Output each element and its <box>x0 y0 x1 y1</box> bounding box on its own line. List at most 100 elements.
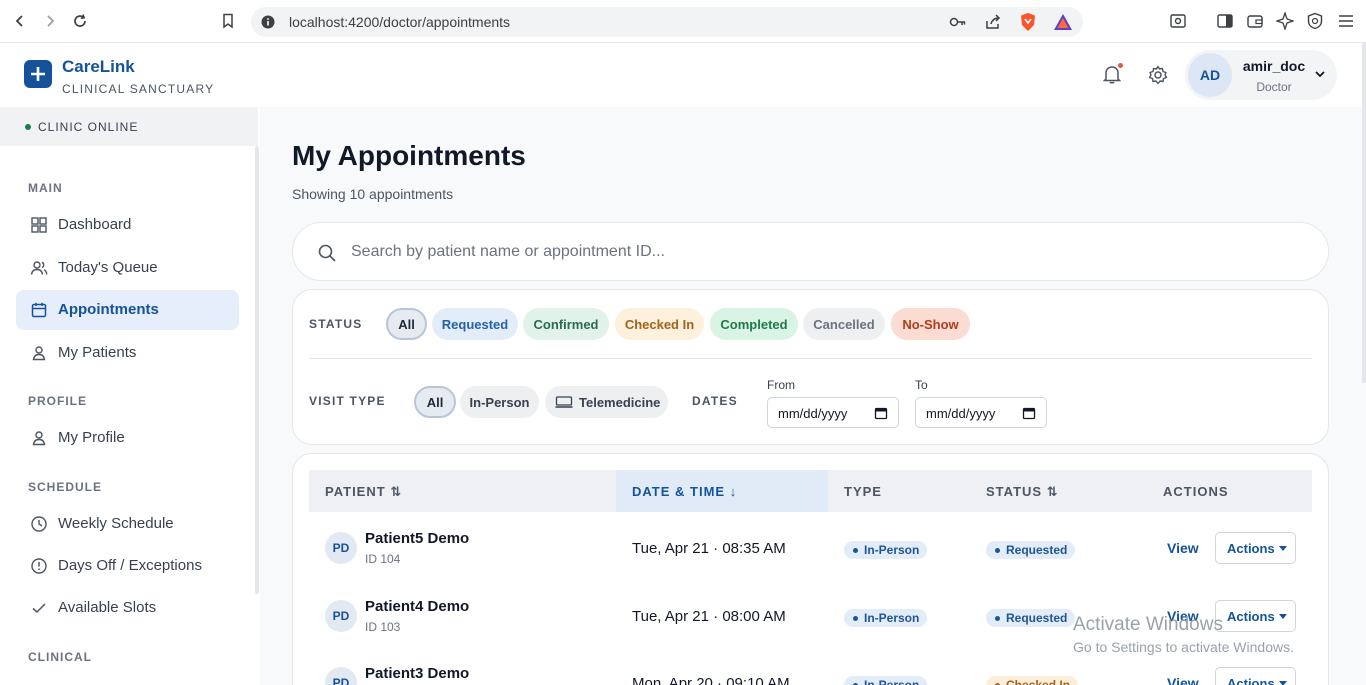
status-chip-no-show[interactable]: No-Show <box>891 308 970 340</box>
brave-rewards-icon[interactable] <box>1053 13 1073 31</box>
status-chip-requested[interactable]: Requested <box>432 308 518 340</box>
date-placeholder: mm/dd/yyyy <box>926 406 996 421</box>
status-chip-confirmed[interactable]: Confirmed <box>523 308 609 340</box>
key-icon[interactable] <box>949 14 967 30</box>
filter-divider <box>309 358 1312 359</box>
status-badge: Requested <box>986 541 1076 559</box>
bookmark-icon[interactable] <box>217 10 239 32</box>
column-header-status[interactable]: STATUS ⇅ <box>986 484 1059 500</box>
site-info-icon[interactable] <box>261 15 275 29</box>
app-header: CareLink CLINICAL SANCTUARY AD amir_doc … <box>0 43 1366 107</box>
calendar-icon[interactable] <box>874 406 888 420</box>
back-icon[interactable] <box>9 10 31 32</box>
sidebar-item-label: Dashboard <box>58 216 132 233</box>
section-label-main: MAIN <box>28 181 63 195</box>
user-menu[interactable]: AD amir_doc Doctor <box>1185 50 1337 100</box>
calendar-icon[interactable] <box>1022 406 1036 420</box>
sidebar: CLINIC ONLINE MAIN Dashboard Today's Que… <box>0 107 259 685</box>
patient-name: Patient4 Demo <box>365 598 470 615</box>
appointment-datetime: Tue, Apr 21 · 08:00 AM <box>632 608 786 625</box>
status-chip-checked-in[interactable]: Checked In <box>615 308 704 340</box>
page-title: My Appointments <box>292 140 526 171</box>
status-filter-label: STATUS <box>309 317 363 331</box>
sidebar-item-dashboard[interactable]: Dashboard <box>16 205 239 245</box>
table-header: PATIENT ⇅ DATE & TIME ↓ TYPE STATUS ⇅ AC… <box>309 470 1312 512</box>
page-scrollbar[interactable] <box>1362 43 1366 383</box>
from-label: From <box>767 378 795 392</box>
appointment-datetime: Mon, Apr 20 · 09:10 AM <box>632 675 790 685</box>
avatar: AD <box>1188 53 1232 97</box>
share-icon[interactable] <box>984 13 1002 31</box>
sidebar-item-profile[interactable]: My Profile <box>16 418 239 458</box>
visit-chip-telemedicine[interactable]: Telemedicine <box>545 386 668 418</box>
patient-name: Patient3 Demo <box>365 665 470 682</box>
chevron-down-icon[interactable] <box>1313 67 1327 81</box>
brave-shield-icon[interactable] <box>1019 12 1037 32</box>
clock-icon <box>30 515 48 533</box>
sidebar-item-appointments[interactable]: Appointments <box>16 290 239 330</box>
search-input[interactable] <box>351 237 1291 267</box>
actions-dropdown-button[interactable]: Actions <box>1215 667 1296 685</box>
notification-dot <box>1118 63 1123 68</box>
patient-id: ID 103 <box>365 620 401 634</box>
sidebar-item-available-slots[interactable]: Available Slots <box>16 588 239 628</box>
actions-label: Actions <box>1227 541 1275 556</box>
user-icon <box>30 344 48 362</box>
sidebar-item-patients[interactable]: My Patients <box>16 333 239 373</box>
visit-chip-in-person[interactable]: In-Person <box>460 386 539 418</box>
wallet-icon[interactable] <box>1245 11 1265 31</box>
settings-gear-icon[interactable] <box>1147 64 1169 86</box>
visit-chip-label: Telemedicine <box>579 394 661 410</box>
sidebar-item-weekly-schedule[interactable]: Weekly Schedule <box>16 504 239 544</box>
filter-panel: STATUS All Requested Confirmed Checked I… <box>292 289 1329 445</box>
type-badge: In-Person <box>844 676 928 685</box>
patient-avatar: PD <box>325 600 357 632</box>
view-link[interactable]: View <box>1167 675 1199 685</box>
status-badge: Checked In <box>986 676 1079 685</box>
actions-dropdown-button[interactable]: Actions <box>1215 600 1296 632</box>
actions-label: Actions <box>1227 609 1275 624</box>
column-header-date-time[interactable]: DATE & TIME ↓ <box>632 484 737 499</box>
clinic-status-text: CLINIC ONLINE <box>38 120 139 134</box>
status-chip-all[interactable]: All <box>386 308 427 340</box>
to-date-input[interactable]: mm/dd/yyyy <box>915 397 1047 428</box>
from-date-input[interactable]: mm/dd/yyyy <box>767 397 899 428</box>
sidebar-item-label: Available Slots <box>58 599 157 616</box>
visit-chip-all[interactable]: All <box>414 386 456 418</box>
screenshot-icon[interactable] <box>1168 11 1188 31</box>
brand-name[interactable]: CareLink <box>62 57 135 77</box>
column-header-patient[interactable]: PATIENT ⇅ <box>325 484 402 500</box>
status-badge: Requested <box>986 609 1076 627</box>
carelink-logo-icon[interactable] <box>24 60 52 88</box>
date-placeholder: mm/dd/yyyy <box>778 406 848 421</box>
leo-ai-icon[interactable] <box>1275 11 1295 31</box>
search-bar[interactable] <box>292 222 1329 281</box>
user-name: amir_doc <box>1242 58 1306 74</box>
patient-id: ID 104 <box>365 552 401 566</box>
sidebar-item-label: Days Off / Exceptions <box>58 557 202 574</box>
actions-label: Actions <box>1227 676 1275 685</box>
sidebar-toggle-icon[interactable] <box>1215 11 1235 31</box>
patient-avatar: PD <box>325 532 357 564</box>
users-icon <box>30 259 48 277</box>
actions-dropdown-button[interactable]: Actions <box>1215 532 1296 564</box>
dates-filter-label: DATES <box>692 394 738 408</box>
sidebar-item-days-off[interactable]: Days Off / Exceptions <box>16 546 239 586</box>
vpn-icon[interactable] <box>1305 11 1325 31</box>
address-bar[interactable]: localhost:4200/doctor/appointments <box>251 7 1083 37</box>
sidebar-item-queue[interactable]: Today's Queue <box>16 248 239 288</box>
calendar-icon <box>30 301 48 319</box>
reload-icon[interactable] <box>69 10 91 32</box>
sidebar-scrollbar[interactable] <box>255 146 259 594</box>
activate-windows-subtitle: Go to Settings to activate Windows. <box>1073 639 1294 655</box>
column-header-type: TYPE <box>844 484 882 499</box>
forward-icon[interactable] <box>39 10 61 32</box>
sidebar-item-label: Today's Queue <box>58 259 158 276</box>
status-chip-completed[interactable]: Completed <box>710 308 798 340</box>
section-label-profile: PROFILE <box>28 394 88 408</box>
clinic-status-bar: CLINIC ONLINE <box>0 107 258 146</box>
status-chip-cancelled[interactable]: Cancelled <box>803 308 885 340</box>
sidebar-item-label: Appointments <box>58 301 159 318</box>
view-link[interactable]: View <box>1167 540 1199 556</box>
menu-icon[interactable] <box>1336 11 1356 31</box>
